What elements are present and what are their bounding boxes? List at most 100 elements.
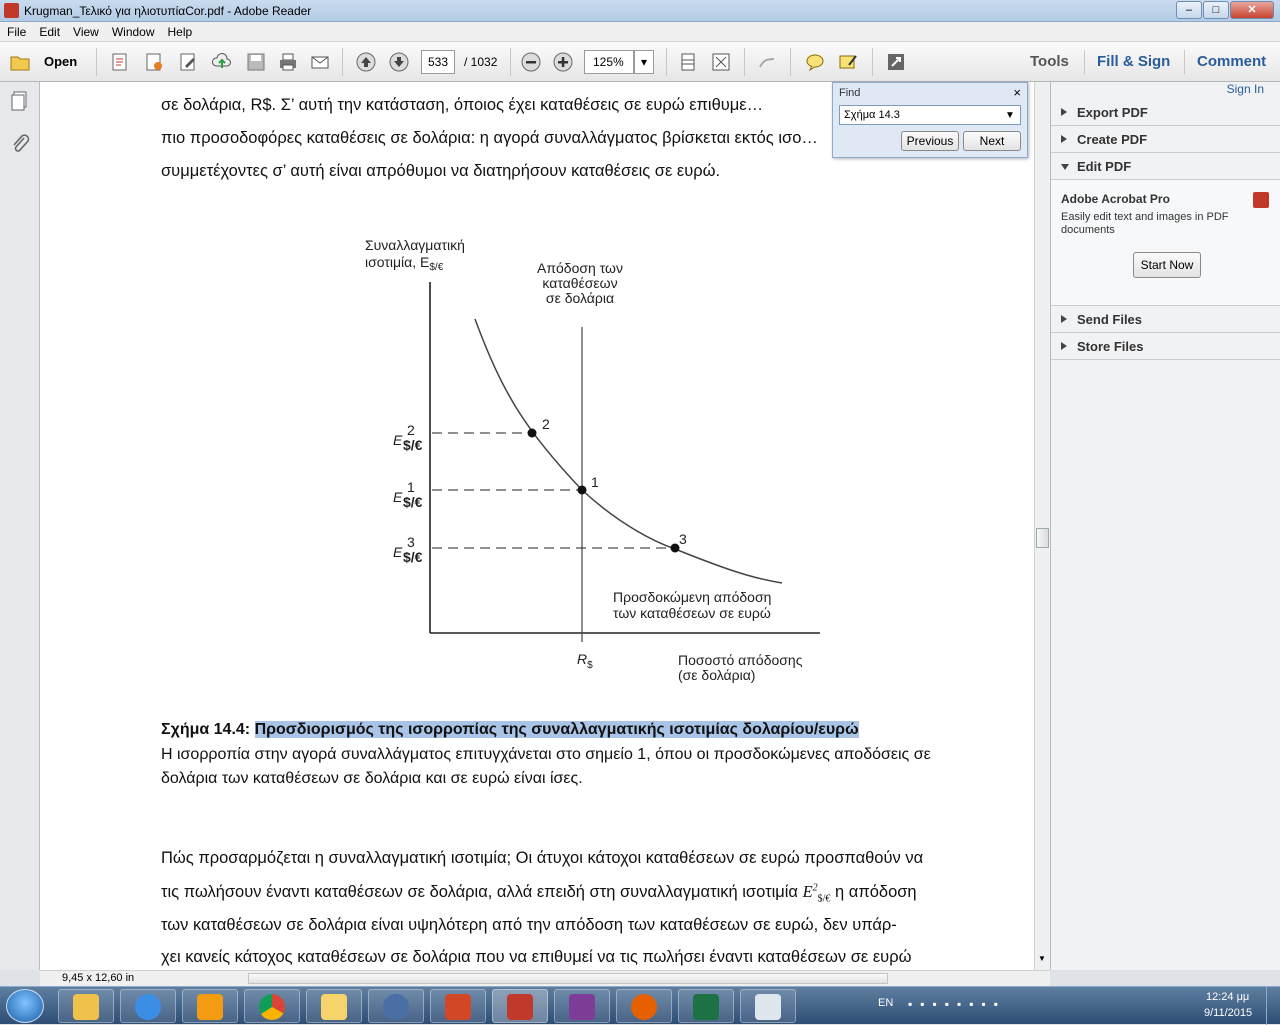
menu-bar: File Edit View Window Help [0, 22, 1280, 42]
taskbar-media[interactable] [182, 989, 238, 1023]
store-files-section[interactable]: Store Files [1051, 333, 1280, 360]
page-number-field[interactable]: 533 [421, 50, 455, 74]
menu-edit[interactable]: Edit [32, 22, 66, 39]
acrobat-promo: Adobe Acrobat Pro Easily edit text and i… [1051, 180, 1280, 306]
comment-tab[interactable]: Comment [1197, 53, 1266, 70]
system-tray-icons[interactable]: ▪▪▪▪▪▪▪▪ [908, 997, 1098, 1013]
zoom-out-icon[interactable] [519, 50, 543, 74]
mail-icon [321, 994, 347, 1020]
svg-text:3: 3 [407, 534, 415, 550]
tools-tab[interactable]: Tools [1030, 53, 1069, 70]
taskbar-snipping[interactable] [740, 989, 796, 1023]
zoom-level-field[interactable]: 125% [584, 50, 634, 74]
taskbar-chrome[interactable] [244, 989, 300, 1023]
taskbar-winrar[interactable] [554, 989, 610, 1023]
zoom-dropdown-icon[interactable]: ▾ [634, 50, 654, 74]
fill-sign-tab[interactable]: Fill & Sign [1097, 53, 1170, 70]
open-button[interactable]: Open [44, 54, 77, 69]
caption-title-highlighted: Προσδιορισμός της ισορροπίας της συναλλα… [254, 721, 859, 738]
vertical-scrollbar[interactable]: ▼ [1034, 82, 1050, 970]
svg-text:$/€: $/€ [403, 437, 423, 453]
acrobat-icon [1253, 192, 1269, 208]
minimize-button[interactable]: – [1176, 1, 1202, 19]
open-folder-icon[interactable] [8, 50, 32, 74]
menu-view[interactable]: View [66, 22, 105, 39]
euro-return-curve [474, 318, 783, 584]
taskbar-powerpoint[interactable] [430, 989, 486, 1023]
sign-icon[interactable] [176, 50, 200, 74]
excel-icon [693, 994, 719, 1020]
horizontal-scrollbar[interactable] [248, 973, 888, 984]
zoom-in-icon[interactable] [551, 50, 575, 74]
y-axis-label-line2: ισοτιμία, E$/€ [365, 254, 444, 273]
start-now-button[interactable]: Start Now [1133, 252, 1201, 278]
language-indicator[interactable]: EN [878, 997, 893, 1009]
menu-file[interactable]: File [0, 22, 32, 39]
snipping-tool-icon [755, 994, 781, 1020]
caption-text: δολάρια των καταθέσεων σε δολάρια και σε… [161, 770, 583, 787]
show-desktop-button[interactable] [1266, 987, 1280, 1025]
title-bar: Krugman_Τελικό για ηλιοτυπίαCor.pdf - Ad… [0, 0, 1280, 22]
create-pdf-icon[interactable] [108, 50, 132, 74]
create-pdf-section[interactable]: Create PDF [1051, 126, 1280, 153]
edit-pdf-icon[interactable] [142, 50, 166, 74]
find-previous-button[interactable]: Previous [901, 131, 959, 151]
menu-help[interactable]: Help [161, 22, 199, 39]
save-icon[interactable] [244, 50, 268, 74]
highlight-icon[interactable] [836, 50, 860, 74]
sticky-note-icon[interactable] [803, 50, 827, 74]
doc-line: πιο προσοδοφόρες καταθέσεις σε δολάρια: … [161, 129, 818, 147]
point-2 [527, 428, 537, 438]
doc-line: των καταθέσεων σε δολάρια είναι υψηλότερ… [161, 916, 897, 934]
adobe-reader-icon [4, 3, 19, 18]
taskbar-excel[interactable] [678, 989, 734, 1023]
find-close-icon[interactable]: × [1013, 85, 1021, 100]
promo-title: Adobe Acrobat Pro [1061, 192, 1170, 206]
find-input[interactable]: Σχήμα 14.3 [839, 105, 1021, 125]
svg-text:$/€: $/€ [403, 549, 423, 565]
page-thumbnails-icon[interactable] [9, 90, 31, 115]
taskbar-adobe-reader[interactable] [492, 989, 548, 1023]
doc-line: συμμετέχοντες σ’ αυτή είναι απρόθυμοι να… [161, 162, 721, 180]
taskbar-mail[interactable] [306, 989, 362, 1023]
svg-text:1: 1 [407, 479, 415, 495]
point-3-label: 3 [679, 531, 687, 547]
expand-arrow-icon [1061, 315, 1067, 323]
sign-hand-icon[interactable] [755, 50, 779, 74]
close-button[interactable]: ✕ [1230, 1, 1274, 19]
app-icon [383, 994, 409, 1020]
scroll-down-icon[interactable]: ▼ [1038, 954, 1046, 963]
sign-in-link[interactable]: Sign In [1227, 82, 1264, 96]
clock-time[interactable]: 12:24 μμ [1206, 991, 1249, 1003]
fit-page-icon[interactable] [676, 50, 700, 74]
taskbar-app[interactable] [368, 989, 424, 1023]
tools-pane: Sign In Export PDF Create PDF Edit PDF A… [1050, 82, 1280, 970]
firefox-icon [631, 994, 657, 1020]
taskbar-ie[interactable] [120, 989, 176, 1023]
taskbar: EN ▪▪▪▪▪▪▪▪ 12:24 μμ 9/11/2015 [0, 986, 1280, 1025]
taskbar-explorer[interactable] [58, 989, 114, 1023]
print-icon[interactable] [276, 50, 300, 74]
send-files-section[interactable]: Send Files [1051, 306, 1280, 333]
scroll-thumb[interactable] [1036, 528, 1049, 548]
next-page-icon[interactable] [387, 50, 411, 74]
clock-date[interactable]: 9/11/2015 [1204, 1007, 1252, 1019]
menu-window[interactable]: Window [105, 22, 161, 39]
export-pdf-section[interactable]: Export PDF [1051, 99, 1280, 126]
maximize-button[interactable]: □ [1203, 1, 1229, 19]
svg-text:E: E [393, 544, 403, 560]
taskbar-firefox[interactable] [616, 989, 672, 1023]
attachments-icon[interactable] [9, 132, 31, 159]
upload-cloud-icon[interactable] [210, 50, 234, 74]
navigation-panel [0, 82, 40, 970]
start-button[interactable] [6, 989, 44, 1023]
previous-page-icon[interactable] [354, 50, 378, 74]
full-screen-icon[interactable] [709, 50, 733, 74]
expand-icon[interactable] [884, 50, 908, 74]
x-tick-r: R$ [577, 651, 593, 671]
edit-pdf-section[interactable]: Edit PDF [1051, 153, 1280, 180]
document-view[interactable]: σε δολάρια, R$. Σ’ αυτή την κατάσταση, ό… [40, 82, 1034, 970]
find-dropdown-icon[interactable]: ▼ [1005, 110, 1015, 121]
email-icon[interactable] [308, 50, 332, 74]
find-next-button[interactable]: Next [963, 131, 1021, 151]
